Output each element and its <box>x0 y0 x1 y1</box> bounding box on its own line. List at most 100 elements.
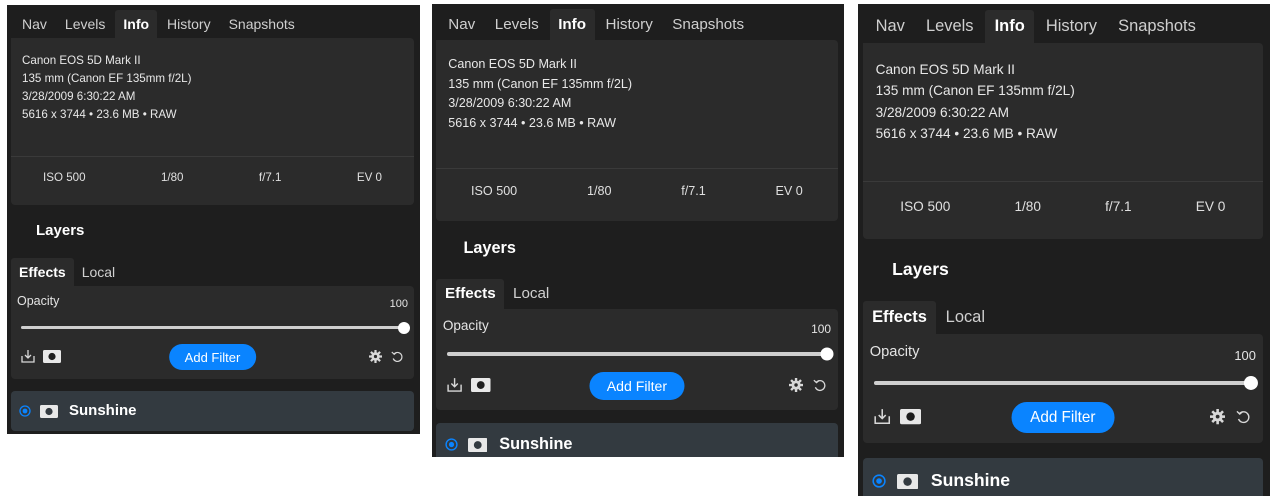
info-panel-medium: Nav Levels Info History Snapshots Canon … <box>432 4 844 457</box>
opacity-label: Opacity <box>442 317 489 333</box>
panel-tab-bar: Nav Levels Info History Snapshots <box>858 4 1270 43</box>
iso-value: ISO 500 <box>43 171 86 184</box>
tab-info[interactable]: Info <box>985 9 1035 43</box>
lens-info: 135 mm (Canon EF 135mm f/2L) <box>448 76 633 91</box>
shutter-value: 1/80 <box>1014 199 1041 215</box>
tab-info[interactable]: Info <box>115 10 158 38</box>
exif-row: ISO 500 1/80 f/7.1 EV 0 <box>21 171 404 184</box>
opacity-slider[interactable] <box>874 375 1259 390</box>
layers-title: Layers <box>892 258 949 279</box>
tab-local[interactable]: Local <box>74 258 123 286</box>
layer-name: Sunshine <box>499 434 573 453</box>
layer-mask-icon[interactable] <box>40 405 58 418</box>
image-size: 5616 x 3744 • 23.6 MB • RAW <box>875 125 1058 141</box>
layers-title: Layers <box>36 222 85 239</box>
tab-snapshots[interactable]: Snapshots <box>664 9 753 39</box>
camera-info: Canon EOS 5D Mark II 135 mm (Canon EF 13… <box>876 59 1075 144</box>
opacity-value: 100 <box>1234 348 1256 364</box>
add-filter-button[interactable]: Add Filter <box>1011 402 1115 433</box>
opacity-slider-fill <box>447 352 827 356</box>
capture-date: 3/28/2009 6:30:22 AM <box>22 90 136 103</box>
camera-info: Canon EOS 5D Mark II 135 mm (Canon EF 13… <box>448 55 632 133</box>
tab-nav[interactable]: Nav <box>866 10 914 43</box>
tab-local[interactable]: Local <box>504 279 558 309</box>
gear-icon[interactable] <box>788 378 803 393</box>
layer-row[interactable]: Sunshine <box>436 422 838 457</box>
opacity-slider-fill <box>21 326 404 329</box>
tab-nav[interactable]: Nav <box>14 10 55 38</box>
mask-icon[interactable] <box>900 409 922 425</box>
mask-icon[interactable] <box>471 378 491 393</box>
reset-icon[interactable] <box>812 378 827 392</box>
layer-name: Sunshine <box>69 402 137 419</box>
opacity-slider-handle[interactable] <box>820 347 834 361</box>
image-size: 5616 x 3744 • 23.6 MB • RAW <box>22 108 177 121</box>
capture-date: 3/28/2009 6:30:22 AM <box>875 104 1009 120</box>
exif-row: ISO 500 1/80 f/7.1 EV 0 <box>874 199 1251 214</box>
opacity-value: 100 <box>389 298 408 310</box>
image-size: 5616 x 3744 • 23.6 MB • RAW <box>448 115 616 130</box>
opacity-slider-handle[interactable] <box>398 321 410 334</box>
tab-levels[interactable]: Levels <box>486 9 547 39</box>
camera-info: Canon EOS 5D Mark II 135 mm (Canon EF 13… <box>22 52 191 124</box>
tab-history[interactable]: History <box>597 9 662 39</box>
layer-sub-tabs: Effects Local <box>11 258 123 286</box>
capture-date: 3/28/2009 6:30:22 AM <box>448 96 572 111</box>
mask-icon[interactable] <box>43 350 61 363</box>
reset-icon[interactable] <box>391 350 404 363</box>
tab-history[interactable]: History <box>159 10 219 38</box>
divider <box>436 167 838 169</box>
gear-icon[interactable] <box>369 350 382 363</box>
effects-section: Opacity 100 Add Filter <box>862 334 1263 444</box>
camera-model: Canon EOS 5D Mark II <box>448 56 577 71</box>
layer-name: Sunshine <box>930 470 1011 491</box>
export-icon[interactable] <box>874 408 891 425</box>
tab-snapshots[interactable]: Snapshots <box>221 10 303 38</box>
tab-levels[interactable]: Levels <box>57 10 113 38</box>
info-section: Canon EOS 5D Mark II 135 mm (Canon EF 13… <box>862 42 1263 239</box>
radio-selected-icon[interactable] <box>19 405 31 417</box>
radio-selected-icon[interactable] <box>872 474 886 488</box>
opacity-slider[interactable] <box>447 347 834 361</box>
tab-effects[interactable]: Effects <box>436 278 505 309</box>
ev-value: EV 0 <box>775 184 803 199</box>
opacity-slider-handle[interactable] <box>1244 375 1259 390</box>
iso-value: ISO 500 <box>471 184 518 199</box>
opacity-slider[interactable] <box>21 321 410 334</box>
camera-model: Canon EOS 5D Mark II <box>875 62 1015 78</box>
reset-icon[interactable] <box>1236 409 1251 424</box>
exif-row: ISO 500 1/80 f/7.1 EV 0 <box>447 184 826 198</box>
lens-info: 135 mm (Canon EF 135mm f/2L) <box>22 72 192 85</box>
panel-tab-bar: Nav Levels Info History Snapshots <box>432 4 844 40</box>
tab-info[interactable]: Info <box>549 9 595 40</box>
layer-row[interactable]: Sunshine <box>11 391 414 431</box>
info-section: Canon EOS 5D Mark II 135 mm (Canon EF 13… <box>11 38 414 205</box>
tab-effects[interactable]: Effects <box>11 258 74 286</box>
layer-tool-row: Add Filter <box>447 371 827 400</box>
add-filter-button[interactable]: Add Filter <box>589 371 685 400</box>
tab-snapshots[interactable]: Snapshots <box>1109 10 1205 43</box>
export-icon[interactable] <box>21 349 35 363</box>
lens-info: 135 mm (Canon EF 135mm f/2L) <box>875 83 1075 99</box>
tab-levels[interactable]: Levels <box>917 10 983 43</box>
aperture-value: f/7.1 <box>258 171 282 184</box>
tab-local[interactable]: Local <box>936 301 994 334</box>
info-panel-small: Nav Levels Info History Snapshots Canon … <box>7 5 420 434</box>
layer-mask-icon[interactable] <box>467 437 488 453</box>
layer-row[interactable]: Sunshine <box>862 457 1263 496</box>
effects-section: Opacity 100 Add Filter <box>436 308 838 410</box>
export-icon[interactable] <box>447 377 462 393</box>
tab-effects[interactable]: Effects <box>862 301 937 335</box>
add-filter-button[interactable]: Add Filter <box>168 344 257 370</box>
radio-selected-icon[interactable] <box>445 438 458 451</box>
divider <box>11 156 414 157</box>
opacity-label: Opacity <box>869 343 920 360</box>
tab-nav[interactable]: Nav <box>440 9 484 39</box>
ev-value: EV 0 <box>1195 199 1226 215</box>
aperture-value: f/7.1 <box>681 184 706 199</box>
layer-mask-icon[interactable] <box>896 473 918 490</box>
info-panel-large: Nav Levels Info History Snapshots Canon … <box>858 4 1270 496</box>
info-section: Canon EOS 5D Mark II 135 mm (Canon EF 13… <box>436 39 838 221</box>
gear-icon[interactable] <box>1210 409 1226 425</box>
tab-history[interactable]: History <box>1036 10 1106 43</box>
